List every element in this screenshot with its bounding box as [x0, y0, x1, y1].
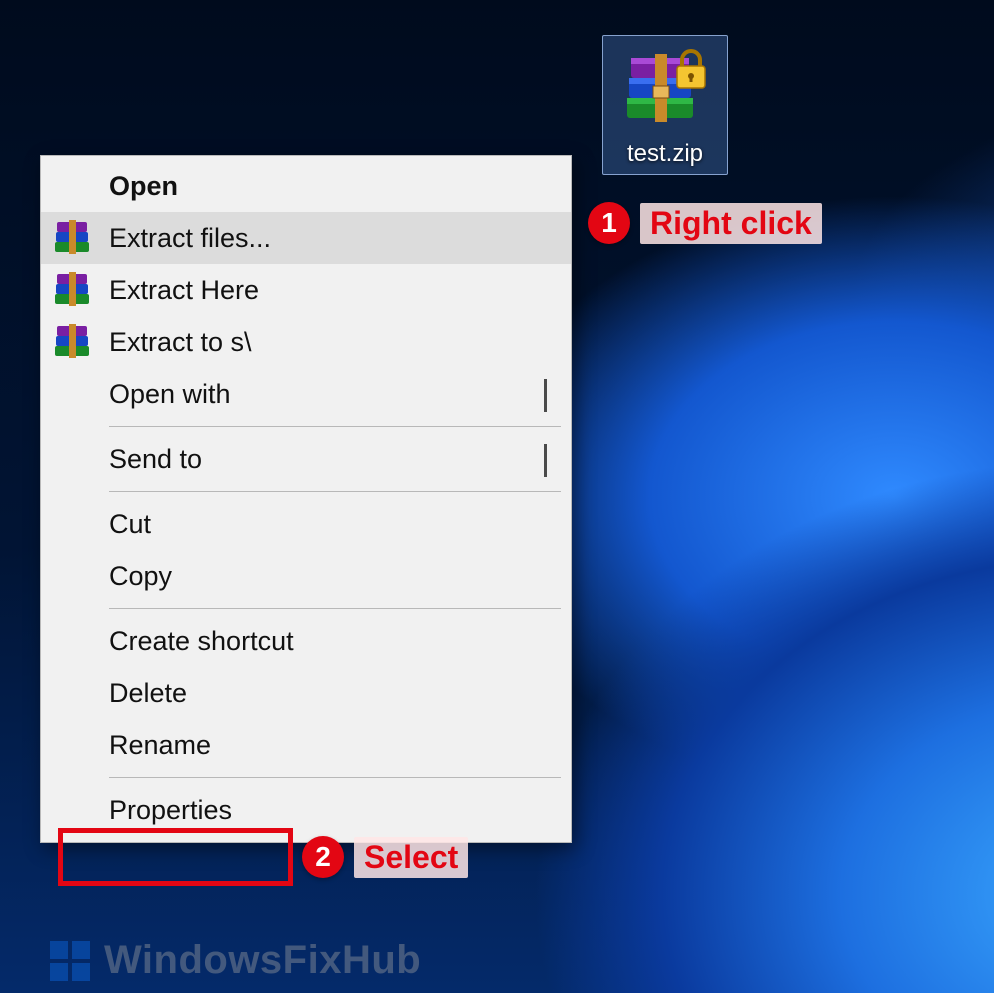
blank-icon: [51, 166, 97, 206]
menu-separator: [109, 491, 561, 492]
chevron-right-icon: [544, 444, 553, 475]
menu-item-properties[interactable]: Properties: [41, 784, 571, 836]
context-menu: Open Extract files...: [40, 155, 572, 843]
blank-icon: [51, 790, 97, 830]
blank-icon: [51, 556, 97, 596]
annotation-label-right-click: Right click: [640, 203, 822, 244]
file-label: test.zip: [615, 140, 715, 168]
menu-item-send-to[interactable]: Send to: [41, 433, 571, 485]
annotation-step-1: 1 Right click: [588, 202, 822, 244]
winrar-icon: [51, 270, 97, 310]
desktop[interactable]: test.zip Open Extract files...: [0, 0, 994, 993]
menu-separator: [109, 777, 561, 778]
blank-icon: [51, 725, 97, 765]
menu-item-open[interactable]: Open: [41, 160, 571, 212]
menu-separator: [109, 608, 561, 609]
annotation-badge-1: 1: [588, 202, 630, 244]
menu-item-copy[interactable]: Copy: [41, 550, 571, 602]
winrar-icon: [51, 218, 97, 258]
desktop-file-testzip[interactable]: test.zip: [565, 35, 765, 175]
menu-item-extract-files[interactable]: Extract files...: [41, 212, 571, 264]
menu-item-create-shortcut[interactable]: Create shortcut: [41, 615, 571, 667]
menu-item-delete[interactable]: Delete: [41, 667, 571, 719]
chevron-right-icon: [544, 379, 553, 410]
blank-icon: [51, 439, 97, 479]
menu-item-extract-to[interactable]: Extract to s\: [41, 316, 571, 368]
watermark: WindowsFixHub: [50, 938, 421, 983]
menu-item-cut[interactable]: Cut: [41, 498, 571, 550]
blank-icon: [51, 504, 97, 544]
blank-icon: [51, 621, 97, 661]
winrar-icon: [615, 44, 715, 134]
menu-item-extract-here[interactable]: Extract Here: [41, 264, 571, 316]
menu-item-rename[interactable]: Rename: [41, 719, 571, 771]
watermark-text: WindowsFixHub: [104, 938, 421, 983]
menu-item-open-with[interactable]: Open with: [41, 368, 571, 420]
windows-logo-icon: [50, 941, 90, 981]
blank-icon: [51, 374, 97, 414]
menu-separator: [109, 426, 561, 427]
blank-icon: [51, 673, 97, 713]
winrar-icon: [51, 322, 97, 362]
